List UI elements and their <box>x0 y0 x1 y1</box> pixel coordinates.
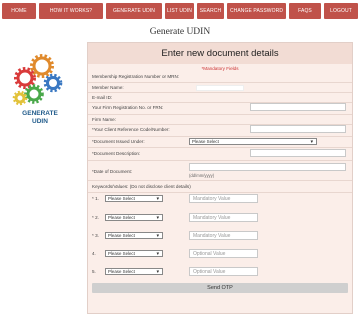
member-name-label: Member Name: <box>92 85 124 90</box>
keyword-1-input[interactable]: Mandatory Value <box>189 194 258 203</box>
generate-udin-logo: GENERATE UDIN <box>6 50 74 128</box>
nav-generate-udin[interactable]: GENERATE UDIN <box>106 3 162 19</box>
nav-logout[interactable]: LOGOUT <box>324 3 358 19</box>
divider <box>88 180 352 181</box>
logo-text-line1: GENERATE <box>22 110 58 117</box>
doc-description-label: *Document Description: <box>92 151 141 156</box>
keyword-5-input[interactable]: Optional Value <box>189 267 258 276</box>
divider <box>88 136 352 137</box>
chevron-down-icon: ▼ <box>309 139 314 144</box>
chevron-down-icon: ▼ <box>155 196 160 201</box>
form-heading: Enter new document details <box>88 43 352 64</box>
keyword-row-number: * 2. <box>92 215 99 220</box>
firm-reg-label: Your Firm Registration No. or FRN: <box>92 105 164 110</box>
divider <box>88 82 352 83</box>
keyword-row-number: * 3. <box>92 233 99 238</box>
keyword-2-input[interactable]: Mandatory Value <box>189 213 258 222</box>
nav-list-udin[interactable]: LIST UDIN <box>165 3 194 19</box>
keyword-row-number: * 1. <box>92 196 99 201</box>
doc-issued-under-select[interactable]: Please Select ▼ <box>189 138 317 145</box>
mandatory-note: *Mandatory Fields <box>201 66 239 71</box>
page-title: Generate UDIN <box>149 27 211 37</box>
gears-icon <box>12 54 63 106</box>
send-otp-button[interactable]: Send OTP <box>92 283 348 293</box>
chevron-down-icon: ▼ <box>155 215 160 220</box>
keyword-4-select[interactable]: Please Select ▼ <box>105 250 163 257</box>
member-name-field <box>196 85 244 91</box>
keyword-3-input[interactable]: Mandatory Value <box>189 231 258 240</box>
logo-text-line2: UDIN <box>32 118 48 125</box>
nav-home[interactable]: HOME <box>2 3 36 19</box>
doc-issued-under-label: *Document Issued Under: <box>92 139 145 144</box>
chevron-down-icon: ▼ <box>155 269 160 274</box>
keyword-1-select[interactable]: Please Select ▼ <box>105 195 163 202</box>
date-format-hint: (dd/mm/yyyy) <box>189 173 215 178</box>
keyword-2-select[interactable]: Please Select ▼ <box>105 214 163 221</box>
doc-issued-under-value: Please Select <box>192 139 219 144</box>
document-details-form: Enter new document details *Mandatory Fi… <box>87 42 353 314</box>
divider <box>88 160 352 161</box>
nav-how-it-works[interactable]: HOW IT WORKS? <box>39 3 103 19</box>
divider <box>88 147 352 148</box>
keyword-4-select-value: Please Select <box>108 251 135 256</box>
chevron-down-icon: ▼ <box>155 251 160 256</box>
keywords-label: Keywords/Values: (Do not disclose client… <box>92 184 191 189</box>
keyword-4-input[interactable]: Optional Value <box>189 249 258 258</box>
keyword-2-select-value: Please Select <box>108 215 135 220</box>
chevron-down-icon: ▼ <box>155 233 160 238</box>
firm-name-label: Firm Name: <box>92 117 116 122</box>
nav-change-password[interactable]: CHANGE PASSWORD <box>227 3 286 19</box>
nav-search[interactable]: SEARCH <box>197 3 224 19</box>
membership-label: Membership Registration Number or MRN: <box>92 74 180 79</box>
divider <box>88 192 352 193</box>
keyword-5-select-value: Please Select <box>108 269 135 274</box>
keyword-5-select[interactable]: Please Select ▼ <box>105 268 163 275</box>
nav-faqs[interactable]: FAQS <box>289 3 321 19</box>
keyword-1-select-value: Please Select <box>108 196 135 201</box>
firm-reg-input[interactable] <box>250 103 346 111</box>
doc-date-label: *Date of Document: <box>92 169 133 174</box>
keyword-3-select-value: Please Select <box>108 233 135 238</box>
doc-date-input[interactable] <box>189 163 346 171</box>
doc-description-input[interactable] <box>250 149 346 157</box>
top-nav: HOME HOW IT WORKS? GENERATE UDIN LIST UD… <box>0 0 360 22</box>
divider <box>88 92 352 93</box>
keyword-3-select[interactable]: Please Select ▼ <box>105 232 163 239</box>
keyword-row-number: 5. <box>92 269 96 274</box>
client-ref-label: *Your Client Reference Code/Number: <box>92 127 170 132</box>
keyword-row-number: 4. <box>92 251 96 256</box>
email-label: E-mail ID: <box>92 95 113 100</box>
divider <box>88 114 352 115</box>
client-ref-input[interactable] <box>250 125 346 133</box>
